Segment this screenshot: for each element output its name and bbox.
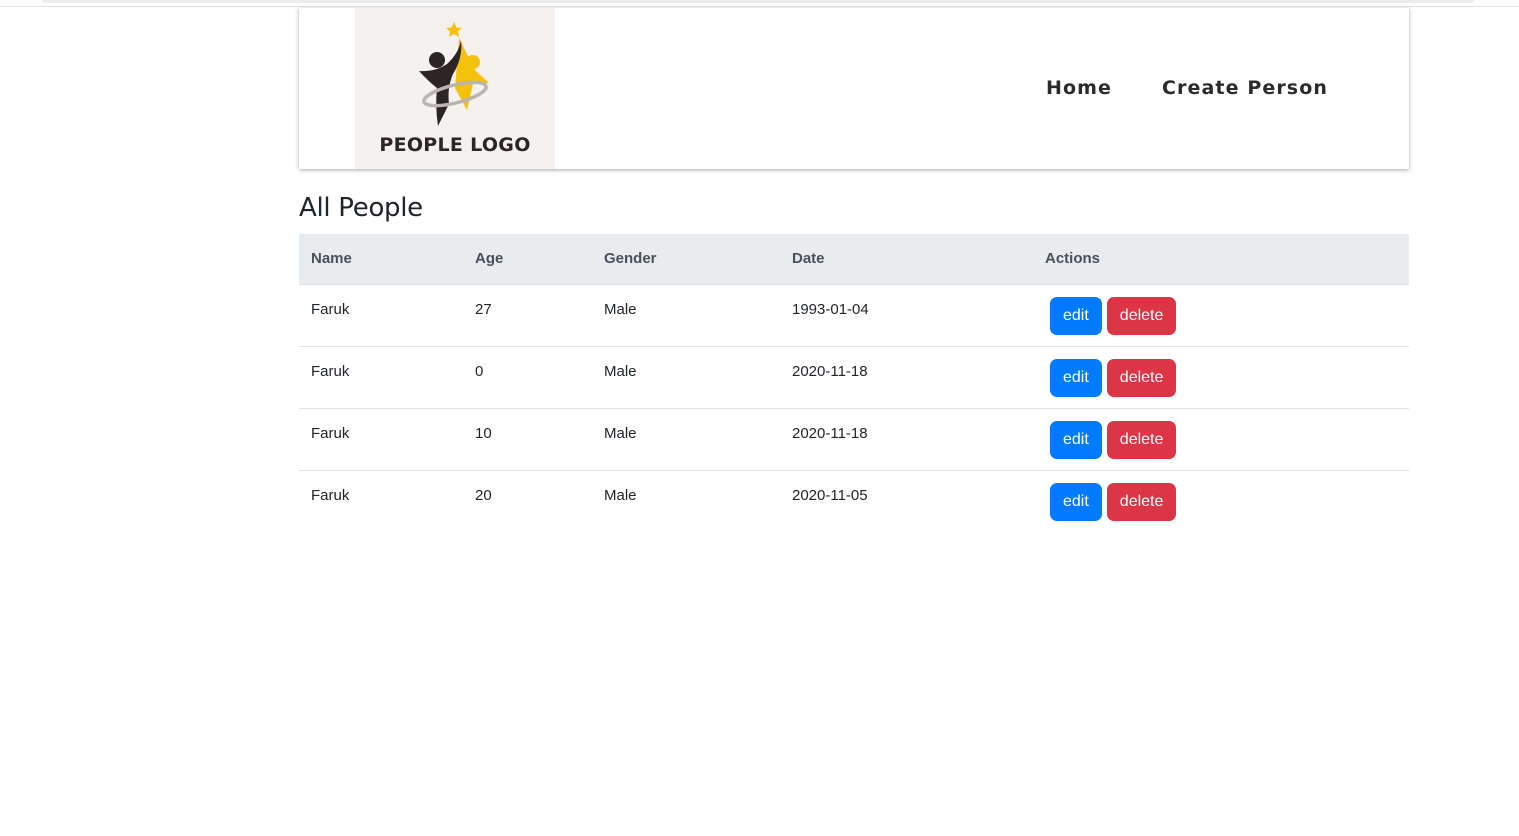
name-text: Faruk <box>311 300 350 318</box>
logo-text: PEOPLE LOGO <box>379 134 531 156</box>
date-text: 2020-11-18 <box>792 362 868 380</box>
cell-actions: edit delete <box>1033 408 1409 471</box>
edit-button[interactable]: edit <box>1050 296 1102 335</box>
age-text: 20 <box>475 486 492 504</box>
gender-text: Male <box>604 300 637 318</box>
age-text: 27 <box>475 300 492 318</box>
name-text: Faruk <box>311 362 350 380</box>
cell-gender: Male <box>592 470 780 532</box>
people-table: Name Age Gender Date Actions Faruk 27 Ma… <box>299 234 1409 532</box>
navbar: PEOPLE LOGO Home Create Person <box>299 8 1409 169</box>
page-title: All People <box>299 193 423 223</box>
browser-top-edge <box>0 0 1519 7</box>
cell-age: 0 <box>463 346 592 409</box>
cell-actions: edit delete <box>1033 470 1409 532</box>
cell-gender: Male <box>592 408 780 471</box>
gender-text: Male <box>604 362 637 380</box>
cell-date: 2020-11-18 <box>780 346 1033 409</box>
date-text: 2020-11-05 <box>792 486 868 504</box>
age-text: 10 <box>475 424 492 442</box>
gender-text: Male <box>604 486 637 504</box>
delete-button[interactable]: delete <box>1106 482 1177 521</box>
delete-button[interactable]: delete <box>1106 420 1177 459</box>
name-text: Faruk <box>311 486 350 504</box>
cell-name: Faruk <box>299 346 463 409</box>
date-text: 1993-01-04 <box>792 300 869 318</box>
cell-actions: edit delete <box>1033 284 1409 347</box>
column-header-gender: Gender <box>592 234 780 285</box>
cell-age: 10 <box>463 408 592 471</box>
cell-date: 1993-01-04 <box>780 284 1033 347</box>
column-header-date: Date <box>780 234 1033 285</box>
edit-button[interactable]: edit <box>1050 482 1102 521</box>
cell-date: 2020-11-18 <box>780 408 1033 471</box>
table-row: Faruk 0 Male 2020-11-18 edit delete <box>299 346 1409 409</box>
cell-age: 27 <box>463 284 592 347</box>
cell-date: 2020-11-05 <box>780 470 1033 532</box>
age-text: 0 <box>475 362 484 380</box>
nav-home-link[interactable]: Home <box>1046 77 1112 99</box>
cell-name: Faruk <box>299 470 463 532</box>
cell-age: 20 <box>463 470 592 532</box>
table-row: Faruk 20 Male 2020-11-05 edit delete <box>299 470 1409 532</box>
table-row: Faruk 10 Male 2020-11-18 edit delete <box>299 408 1409 471</box>
table-row: Faruk 27 Male 1993-01-04 edit delete <box>299 284 1409 347</box>
column-header-age: Age <box>463 234 592 285</box>
cell-gender: Male <box>592 284 780 347</box>
people-logo[interactable]: PEOPLE LOGO <box>355 8 555 169</box>
nav-create-person-link[interactable]: Create Person <box>1162 77 1328 99</box>
delete-button[interactable]: delete <box>1106 358 1177 397</box>
column-header-name: Name <box>299 234 463 285</box>
star-icon <box>446 22 462 37</box>
cell-gender: Male <box>592 346 780 409</box>
edit-button[interactable]: edit <box>1050 358 1102 397</box>
cell-name: Faruk <box>299 408 463 471</box>
people-figures-icon <box>419 22 489 126</box>
name-text: Faruk <box>311 424 350 442</box>
column-header-actions: Actions <box>1033 234 1409 285</box>
table-header-row: Name Age Gender Date Actions <box>299 234 1409 285</box>
cell-name: Faruk <box>299 284 463 347</box>
nav-links: Home Create Person <box>1046 77 1328 99</box>
delete-button[interactable]: delete <box>1106 296 1177 335</box>
gender-text: Male <box>604 424 637 442</box>
date-text: 2020-11-18 <box>792 424 868 442</box>
scroll-track <box>42 0 1474 3</box>
cell-actions: edit delete <box>1033 346 1409 409</box>
edit-button[interactable]: edit <box>1050 420 1102 459</box>
